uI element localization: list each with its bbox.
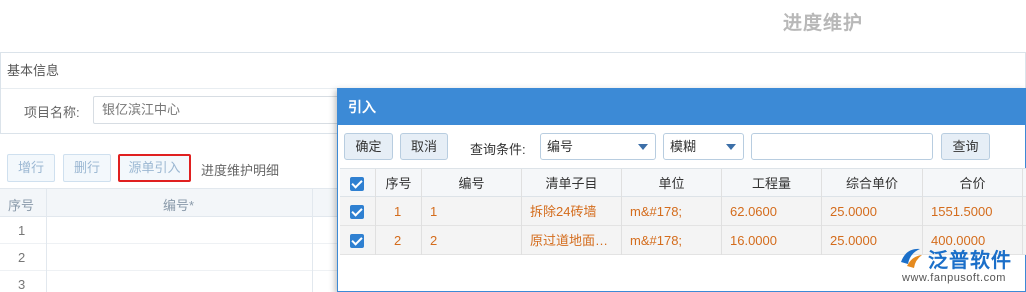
query-field-select[interactable]: 编号 <box>540 133 656 160</box>
table-row[interactable]: 2 <box>0 244 340 271</box>
column-header-unit: 单位 <box>622 169 722 198</box>
cancel-button[interactable]: 取消 <box>400 133 448 160</box>
match-mode-select[interactable]: 模糊 <box>663 133 744 160</box>
checkbox-checked-icon <box>350 177 364 191</box>
row-number: 2 <box>376 226 422 255</box>
row-code: 1 <box>422 197 522 226</box>
detail-grid: 序号 编号* 1 2 3 <box>0 188 340 292</box>
grid-divider <box>312 188 313 292</box>
page: 进度维护 基本信息 项目名称: 银亿滨江中心 增行 删行 源单引入 进度维护明细… <box>0 0 1026 292</box>
row-number: 1 <box>18 223 26 238</box>
column-header-unit-price: 综合单价 <box>822 169 923 198</box>
column-header-code: 编号* <box>163 198 195 213</box>
row-unit: m&#178; <box>622 226 722 255</box>
table-row[interactable]: 1 1 拆除24砖墙 m&#178; 62.0600 25.0000 1551.… <box>340 197 1026 226</box>
checkbox-checked-icon <box>350 205 364 219</box>
table-row[interactable]: 3 <box>0 271 340 292</box>
row-number: 3 <box>18 277 26 292</box>
detail-section-label: 进度维护明细 <box>201 163 280 178</box>
row-unit: m&#178; <box>622 197 722 226</box>
row-item: 原过道地面… <box>522 226 622 255</box>
row-code: 2 <box>422 226 522 255</box>
detail-grid-header: 序号 编号* <box>0 189 340 217</box>
column-header-code: 编号 <box>422 169 522 198</box>
project-name-field[interactable]: 银亿滨江中心 <box>93 96 353 124</box>
checkbox-checked-icon <box>350 234 364 248</box>
query-condition-label: 查询条件: <box>470 142 526 157</box>
table-row[interactable]: 1 <box>0 217 340 244</box>
query-button[interactable]: 查询 <box>941 133 990 160</box>
dialog-title: 引入 <box>338 89 1025 125</box>
query-field-value: 编号 <box>547 139 574 154</box>
column-header-quantity: 工程量 <box>722 169 822 198</box>
match-mode-value: 模糊 <box>670 139 697 154</box>
grid-divider <box>46 188 47 292</box>
row-total: 1551.5000 <box>923 197 1023 226</box>
chevron-down-icon <box>726 144 736 150</box>
add-row-button[interactable]: 增行 <box>7 154 55 182</box>
confirm-button[interactable]: 确定 <box>344 133 393 160</box>
row-item: 拆除24砖墙 <box>522 197 622 226</box>
dialog-toolbar: 确定 取消 查询条件: 编号 模糊 查询 <box>338 125 1025 165</box>
row-number: 2 <box>18 250 26 265</box>
fanpu-logo-icon <box>901 248 922 268</box>
row-unit-price: 25.0000 <box>822 197 923 226</box>
basic-info-header: 基本信息 <box>1 53 1025 89</box>
page-title: 进度维护 <box>783 13 864 34</box>
column-header-total: 合价 <box>923 169 1023 198</box>
query-input[interactable] <box>751 133 933 160</box>
import-grid-header: 序号 编号 清单子目 单位 工程量 综合单价 合价 <box>340 168 1026 198</box>
row-checkbox[interactable] <box>340 226 376 255</box>
column-header-item: 清单子目 <box>522 169 622 198</box>
fanpu-logo: 泛普软件 www.fanpusoft.com <box>894 240 1026 292</box>
row-number: 1 <box>376 197 422 226</box>
select-all-checkbox[interactable] <box>340 169 376 198</box>
column-header-no: 序号 <box>376 169 422 198</box>
column-header-no: 序号 <box>8 198 35 213</box>
logo-url: www.fanpusoft.com <box>902 272 1006 284</box>
logo-text: 泛普软件 <box>928 250 1012 272</box>
delete-row-button[interactable]: 删行 <box>63 154 111 182</box>
chevron-down-icon <box>638 144 648 150</box>
row-quantity: 16.0000 <box>722 226 822 255</box>
source-import-button[interactable]: 源单引入 <box>118 154 191 182</box>
row-quantity: 62.0600 <box>722 197 822 226</box>
project-name-label: 项目名称: <box>24 105 80 120</box>
row-checkbox[interactable] <box>340 197 376 226</box>
